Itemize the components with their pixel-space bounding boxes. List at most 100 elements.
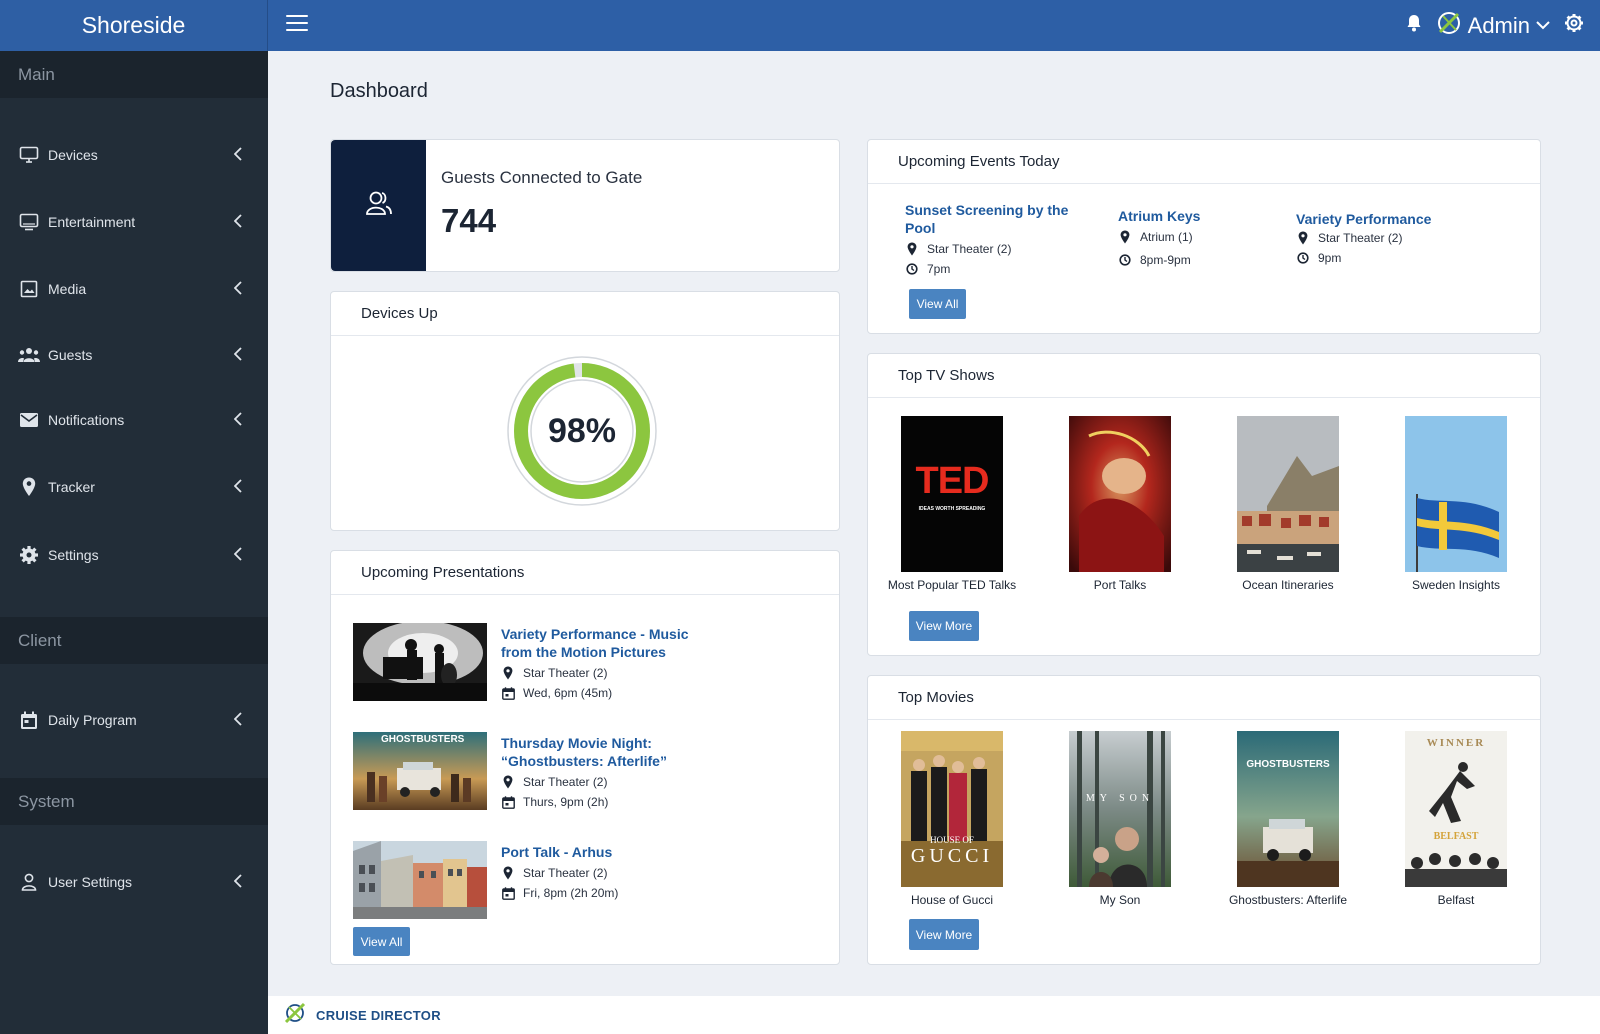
sidebar-item-media[interactable]: Media — [0, 269, 268, 309]
sidebar-item-settings[interactable]: Settings — [0, 535, 268, 575]
poster-text: GHOSTBUSTERS — [381, 734, 465, 745]
bell-icon[interactable] — [1406, 14, 1422, 37]
event-location: Star Theater (2) — [1296, 228, 1486, 248]
event-title[interactable]: Sunset Screening by the Pool — [905, 201, 1075, 237]
presentation-item[interactable]: GHOSTBUSTERS Thursday Movie Night: “Ghos… — [353, 732, 823, 812]
movies-view-more-button[interactable]: View More — [909, 919, 979, 950]
event-item[interactable]: Variety Performance Star Theater (2) 9pm — [1296, 210, 1486, 268]
movie-poster-my-son[interactable]: MY SON — [1069, 731, 1171, 887]
sidebar-item-daily-program[interactable]: Daily Program — [0, 700, 268, 740]
tv-poster-ted[interactable]: TED IDEAS WORTH SPREADING — [901, 416, 1003, 572]
brand-title[interactable]: Shoreside — [0, 0, 268, 51]
user-icon — [18, 871, 40, 893]
tv-view-more-button[interactable]: View More — [909, 611, 979, 641]
calendar-icon — [501, 686, 515, 700]
top-bar: Shoreside Admin — [0, 0, 1600, 51]
presentations-view-all-button[interactable]: View All — [353, 927, 410, 956]
map-pin-icon — [501, 666, 515, 680]
presentation-thumbnail — [353, 623, 487, 701]
guests-stat-label: Guests Connected to Gate — [441, 168, 643, 187]
poster-text: GUCCI — [910, 845, 994, 867]
tv-poster-port-talks[interactable] — [1069, 416, 1171, 572]
presentation-location: Star Theater (2) — [501, 863, 618, 883]
sidebar-item-guests[interactable]: Guests — [0, 335, 268, 375]
presentation-title[interactable]: Thursday Movie Night: “Ghostbusters: Aft… — [501, 734, 701, 770]
presentation-title[interactable]: Port Talk - Arhus — [501, 843, 701, 861]
tv-poster-sweden-insights[interactable] — [1405, 416, 1507, 572]
event-title[interactable]: Atrium Keys — [1118, 207, 1288, 225]
chevron-left-icon — [233, 147, 242, 164]
map-pin-icon — [501, 866, 515, 880]
calendar-icon — [501, 886, 515, 900]
movie-caption: My Son — [1099, 893, 1141, 907]
movie-poster-house-of-gucci[interactable]: HOUSE OF GUCCI — [901, 731, 1003, 887]
sidebar-item-label: Settings — [48, 547, 99, 563]
time-text: 7pm — [927, 262, 951, 276]
presentation-time: Fri, 8pm (2h 20m) — [501, 883, 618, 903]
presentation-time: Thurs, 9pm (2h) — [501, 792, 608, 812]
sidebar-item-label: Media — [48, 281, 87, 297]
sidebar-item-entertainment[interactable]: Entertainment — [0, 202, 268, 242]
tv-poster-ocean-itineraries[interactable] — [1237, 416, 1339, 572]
sidebar-item-tracker[interactable]: Tracker — [0, 467, 268, 507]
chevron-left-icon — [233, 412, 242, 429]
footer: CRUISE DIRECTOR — [268, 996, 1600, 1034]
event-item[interactable]: Sunset Screening by the Pool Star Theate… — [905, 201, 1075, 279]
presentation-time: Wed, 6pm (45m) — [501, 683, 612, 703]
time-text: Fri, 8pm (2h 20m) — [523, 886, 619, 900]
chevron-left-icon — [233, 214, 242, 231]
presentations-card: Upcoming Presentations Variety Performan… — [330, 550, 840, 965]
devices-up-card: Devices Up 98% — [330, 291, 840, 531]
top-movies-card: Top Movies HOUSE OF GUCCI House of Gucci… — [867, 675, 1541, 965]
menu-toggle-icon[interactable] — [286, 15, 308, 35]
tv-icon — [18, 211, 40, 233]
sidebar-item-notifications[interactable]: Notifications — [0, 400, 268, 440]
card-title: Top Movies — [868, 676, 1540, 720]
card-title: Devices Up — [331, 292, 839, 336]
presentation-title[interactable]: Variety Performance - Music from the Mot… — [501, 625, 701, 661]
image-icon — [18, 278, 40, 300]
mail-icon — [18, 409, 40, 431]
map-pin-icon — [905, 242, 919, 256]
sidebar-section-main: Main — [0, 51, 268, 98]
event-time: 8pm-9pm — [1118, 250, 1288, 270]
event-item[interactable]: Atrium Keys Atrium (1) 8pm-9pm — [1118, 207, 1288, 270]
map-pin-icon — [18, 476, 40, 498]
location-text: Star Theater (2) — [523, 866, 608, 880]
time-text: Wed, 6pm (45m) — [523, 686, 613, 700]
poster-text: HOUSE OF — [930, 835, 974, 845]
card-title: Upcoming Events Today — [868, 140, 1540, 184]
sidebar-item-label: Entertainment — [48, 214, 136, 230]
admin-menu[interactable]: Admin — [1436, 10, 1550, 41]
location-text: Atrium (1) — [1140, 230, 1193, 244]
sidebar-item-user-settings[interactable]: User Settings — [0, 862, 268, 902]
sidebar-item-label: User Settings — [48, 874, 133, 890]
clock-icon — [1296, 251, 1310, 265]
location-text: Star Theater (2) — [927, 242, 1012, 256]
admin-logo-icon — [1436, 10, 1462, 41]
sidebar-item-label: Notifications — [48, 412, 125, 428]
sidebar-item-devices[interactable]: Devices — [0, 135, 268, 175]
presentation-item[interactable]: Variety Performance - Music from the Mot… — [353, 623, 823, 703]
stat-icon-box — [331, 140, 426, 271]
sidebar-section-system: System — [0, 778, 268, 825]
movie-poster-ghostbusters[interactable]: GHOSTBUSTERS — [1237, 731, 1339, 887]
cruise-director-logo-icon — [284, 1002, 306, 1029]
gear-icon[interactable] — [1564, 13, 1584, 38]
presentation-item[interactable]: Port Talk - Arhus Star Theater (2) Fri, … — [353, 841, 823, 921]
ted-tagline: IDEAS WORTH SPREADING — [918, 506, 986, 512]
movie-poster-belfast[interactable]: WINNER BELFAST — [1405, 731, 1507, 887]
top-tv-card: Top TV Shows TED IDEAS WORTH SPREADING M… — [867, 353, 1541, 656]
location-text: Star Theater (2) — [1318, 231, 1403, 245]
admin-label: Admin — [1467, 12, 1530, 38]
chevron-left-icon — [233, 712, 242, 729]
event-time: 7pm — [905, 259, 1075, 279]
calendar-icon — [18, 709, 40, 731]
ted-logo: TED — [915, 460, 990, 502]
event-title[interactable]: Variety Performance — [1296, 210, 1486, 228]
map-pin-icon — [501, 775, 515, 789]
guests-stat-card: Guests Connected to Gate 744 — [330, 139, 840, 272]
event-location: Atrium (1) — [1118, 227, 1288, 247]
events-view-all-button[interactable]: View All — [909, 289, 966, 319]
tv-caption: Sweden Insights — [1411, 578, 1501, 592]
